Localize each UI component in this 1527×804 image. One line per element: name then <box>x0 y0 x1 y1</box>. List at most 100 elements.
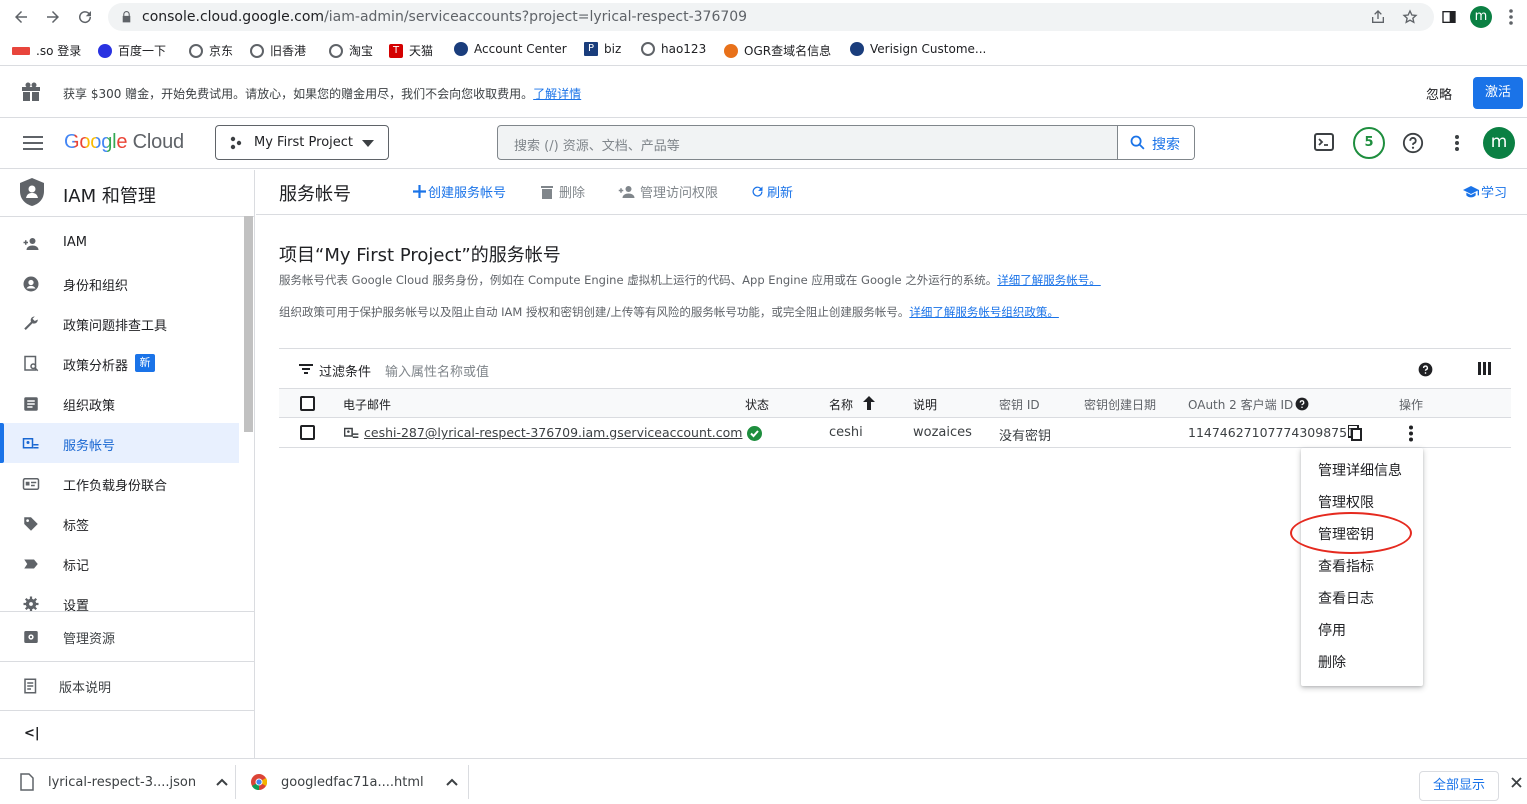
sidebar-item-service-accounts[interactable]: 服务帐号 <box>0 423 239 463</box>
bookmark-item[interactable]: 淘宝 <box>329 42 373 59</box>
more-vert-icon[interactable] <box>1454 134 1460 152</box>
bookmark-item[interactable]: 旧香港 <box>250 42 306 59</box>
help-icon[interactable] <box>1418 362 1433 377</box>
column-header-key-id[interactable]: 密钥 ID <box>999 396 1040 413</box>
browser-profile-avatar[interactable]: m <box>1470 6 1492 28</box>
menu-item-view-logs[interactable]: 查看日志 <box>1318 588 1374 608</box>
sidebar-item-iam[interactable]: IAM <box>0 223 239 263</box>
bookmark-item[interactable]: T 天猫 <box>389 42 433 59</box>
sidebar-item-workload-identity[interactable]: 工作负载身份联合 <box>0 463 239 503</box>
divider <box>0 216 255 217</box>
sidebar-item-manage-resources[interactable]: 管理资源 <box>0 616 239 656</box>
sidebar-item-tags[interactable]: 标签 <box>0 503 239 543</box>
help-icon[interactable] <box>1402 132 1424 154</box>
sidebar-item-policy-analyzer[interactable]: 政策分析器 <box>0 343 239 383</box>
bookmark-item[interactable]: Verisign Custome... <box>850 42 986 56</box>
bookmark-item[interactable]: hao123 <box>641 42 706 56</box>
side-panel-icon[interactable] <box>1441 9 1457 25</box>
column-header-description[interactable]: 说明 <box>913 396 937 413</box>
menu-item-delete[interactable]: 删除 <box>1318 652 1346 672</box>
sidebar-item-label: 标签 <box>63 519 90 534</box>
share-icon[interactable] <box>1370 9 1386 25</box>
column-header-name[interactable]: 名称 <box>829 396 853 413</box>
activate-button[interactable]: 激活 <box>1473 77 1523 109</box>
google-cloud-logo[interactable]: Google Cloud <box>64 131 184 154</box>
browser-menu-icon[interactable] <box>1508 8 1514 26</box>
column-header-email[interactable]: 电子邮件 <box>343 396 391 413</box>
sidebar: IAM 和管理 IAM 身份和组织 政策问题排查工具 政策分析器 组织政策 服务… <box>0 170 255 758</box>
dismiss-button[interactable]: 忽略 <box>1426 84 1452 103</box>
sidebar-item-label: 身份和组织 <box>63 279 129 294</box>
lock-icon <box>120 10 133 24</box>
table-row[interactable]: ceshi-287@lyrical-respect-376709.iam.gse… <box>279 418 1511 448</box>
refresh-button[interactable]: 刷新 <box>750 182 793 201</box>
bookmark-star-icon[interactable] <box>1402 9 1418 25</box>
search-bar[interactable]: 搜索 (/) 资源、文档、产品等 搜索 <box>497 125 1195 160</box>
annotation-highlight-ring <box>1290 512 1412 554</box>
menu-item-manage-details[interactable]: 管理详细信息 <box>1318 460 1402 480</box>
help-icon[interactable] <box>1295 397 1309 411</box>
back-arrow-icon[interactable] <box>12 8 30 26</box>
notifications-count[interactable]: 5 <box>1353 127 1385 159</box>
iam-shield-icon <box>19 177 45 207</box>
learn-more-link[interactable]: 了解详情 <box>533 87 581 101</box>
learn-service-accounts-link[interactable]: 详细了解服务帐号。 <box>997 273 1101 287</box>
sidebar-item-release-notes[interactable]: 版本说明 <box>0 665 239 705</box>
create-service-account-button[interactable]: 创建服务帐号 <box>413 182 506 201</box>
download-item[interactable]: googledfac71a....html <box>251 759 458 804</box>
bookmark-item[interactable]: 百度一下 <box>98 42 166 59</box>
service-account-icon <box>22 435 40 453</box>
close-icon[interactable] <box>1511 777 1522 788</box>
delete-button[interactable]: 删除 <box>541 182 585 201</box>
search-icon <box>1129 134 1146 151</box>
bookmark-item[interactable]: Pbiz <box>584 42 621 56</box>
row-checkbox[interactable] <box>300 425 315 440</box>
manage-access-button[interactable]: 管理访问权限 <box>618 182 718 201</box>
select-all-checkbox[interactable] <box>300 396 315 411</box>
new-badge: 新 <box>135 354 155 372</box>
bookmark-item[interactable]: 京东 <box>189 42 233 59</box>
sort-arrow-up-icon[interactable] <box>863 396 875 410</box>
learn-org-policy-link[interactable]: 详细了解服务帐号组织政策。 <box>909 305 1059 319</box>
menu-item-disable[interactable]: 停用 <box>1318 620 1346 640</box>
search-button[interactable]: 搜索 <box>1117 126 1194 159</box>
forward-arrow-icon[interactable] <box>44 8 62 26</box>
tag-icon <box>22 515 40 533</box>
copy-icon[interactable] <box>1348 425 1362 441</box>
bookmark-item[interactable]: OGR查域名信息 <box>724 42 831 59</box>
project-picker[interactable]: My First Project <box>215 125 389 160</box>
chevron-up-icon[interactable] <box>216 778 228 786</box>
search-input[interactable]: 搜索 (/) 资源、文档、产品等 <box>514 135 680 154</box>
sidebar-item-labels[interactable]: 标记 <box>0 543 239 583</box>
learn-button[interactable]: 学习 <box>1463 182 1507 201</box>
filter-input[interactable]: 输入属性名称或值 <box>385 361 489 380</box>
row-actions-more-icon[interactable] <box>1408 425 1414 442</box>
chevron-up-icon[interactable] <box>445 778 458 786</box>
menu-item-view-metrics[interactable]: 查看指标 <box>1318 556 1374 576</box>
column-header-key-created[interactable]: 密钥创建日期 <box>1084 396 1156 413</box>
service-account-description: wozaices <box>913 425 972 440</box>
cloud-shell-icon[interactable] <box>1314 133 1334 151</box>
reload-icon[interactable] <box>76 8 94 26</box>
bookmark-item[interactable]: .so 登录 <box>12 42 81 59</box>
address-bar[interactable]: console.cloud.google.com/iam-admin/servi… <box>108 3 1434 31</box>
oauth-client-id: 114746271077743098751 <box>1188 425 1356 440</box>
sidebar-item-policy-troubleshooter[interactable]: 政策问题排查工具 <box>0 303 239 343</box>
download-item[interactable]: lyrical-respect-3....json <box>20 759 228 804</box>
column-header-oauth-id[interactable]: OAuth 2 客户端 ID <box>1188 396 1293 413</box>
show-all-downloads-button[interactable]: 全部显示 <box>1419 771 1499 801</box>
collapse-sidebar-button[interactable]: <| <box>24 726 40 741</box>
sidebar-item-org-policies[interactable]: 组织政策 <box>0 383 239 423</box>
chevron-down-icon <box>362 140 374 147</box>
filter-bar: 过滤条件 输入属性名称或值 <box>279 348 1511 388</box>
hamburger-menu-icon[interactable] <box>23 135 43 151</box>
service-account-email-link[interactable]: ceshi-287@lyrical-respect-376709.iam.gse… <box>364 425 742 440</box>
account-avatar[interactable]: m <box>1483 127 1515 159</box>
menu-item-manage-permissions[interactable]: 管理权限 <box>1318 492 1374 512</box>
column-display-icon[interactable] <box>1478 362 1491 375</box>
column-header-status[interactable]: 状态 <box>745 396 769 413</box>
search-button-label: 搜索 <box>1152 137 1180 153</box>
sidebar-item-identity-org[interactable]: 身份和组织 <box>0 263 239 303</box>
bookmark-item[interactable]: Account Center <box>454 42 567 56</box>
sidebar-scrollbar[interactable] <box>244 216 253 432</box>
